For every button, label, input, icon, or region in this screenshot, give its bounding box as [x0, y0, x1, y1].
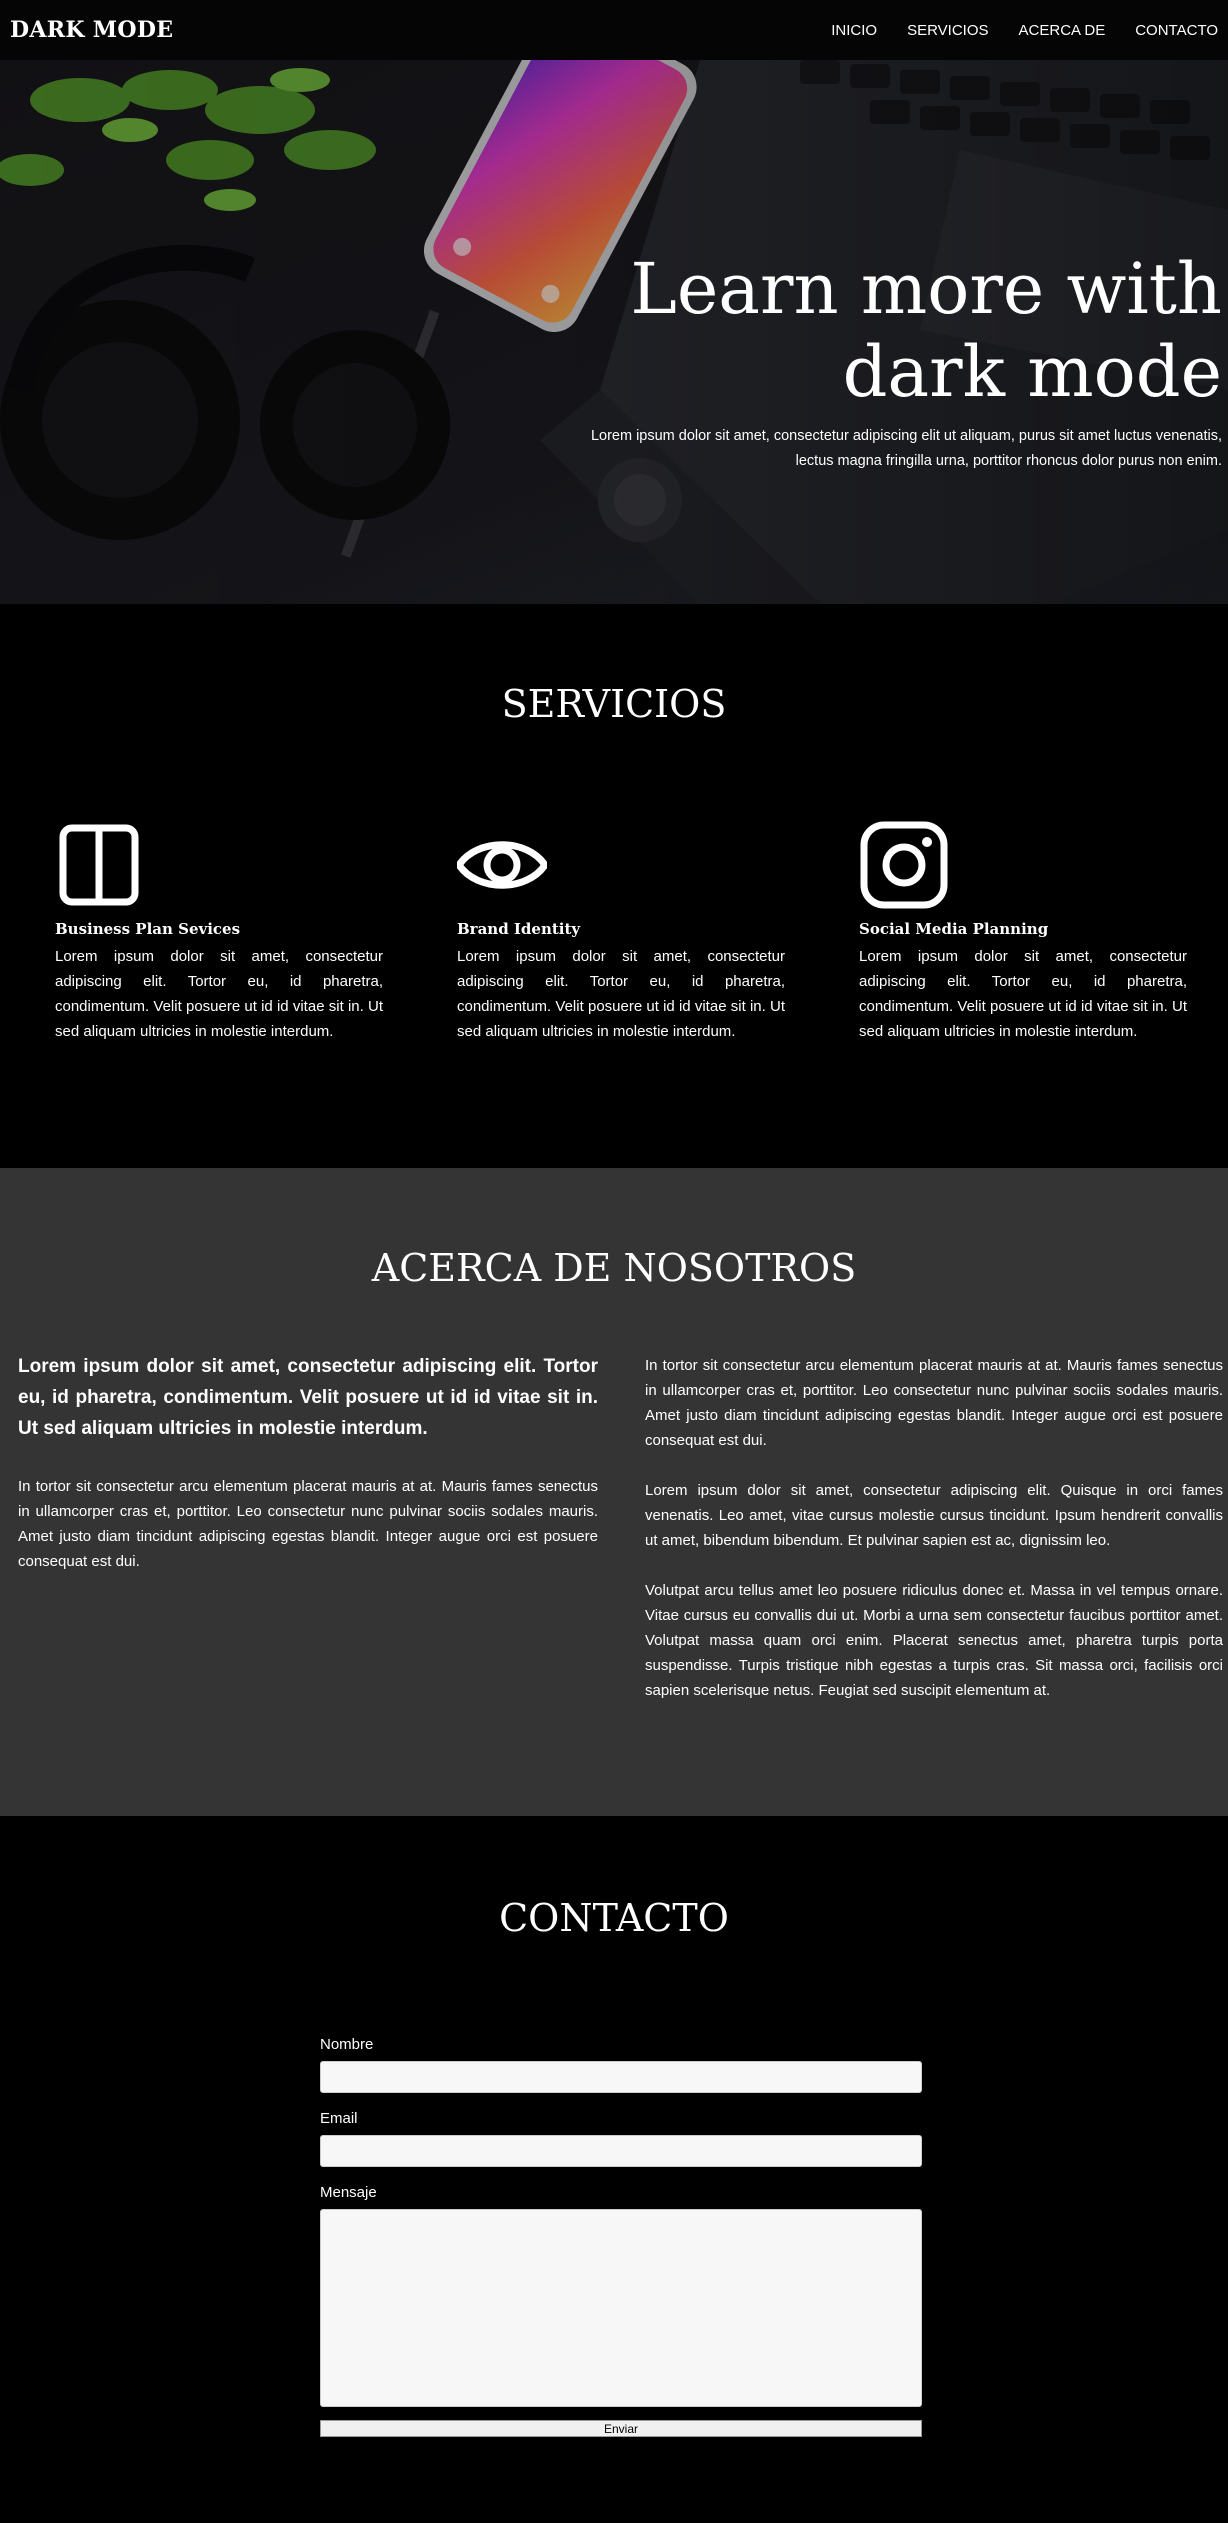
service-text: Lorem ipsum dolor sit amet, consectetur … — [55, 948, 383, 1040]
service-title: Brand Identity — [457, 920, 581, 938]
service-title: Social Media Planning — [859, 920, 1049, 938]
nav-links: INICIO SERVICIOS ACERCA DE CONTACTO — [831, 22, 1218, 39]
acerca-title: ACERCA DE NOSOTROS — [371, 1246, 857, 1290]
hero-title-line2: dark mode — [842, 331, 1222, 413]
top-navbar: DARK MODE INICIO SERVICIOS ACERCA DE CON… — [0, 0, 1228, 60]
nav-link-inicio[interactable]: INICIO — [831, 22, 877, 39]
service-text: Lorem ipsum dolor sit amet, consectetur … — [859, 948, 1187, 1040]
nav-link-acerca[interactable]: ACERCA DE — [1019, 22, 1106, 39]
nav-link-contacto[interactable]: CONTACTO — [1135, 22, 1218, 39]
nav-link-servicios[interactable]: SERVICIOS — [907, 22, 988, 39]
message-label: Mensaje — [320, 2184, 377, 2201]
acerca-right-paragraph-3: Volutpat arcu tellus amet leo posuere ri… — [645, 1582, 1223, 1699]
email-field[interactable] — [320, 2135, 922, 2167]
acerca-left-paragraph: In tortor sit consectetur arcu elementum… — [18, 1478, 598, 1570]
hero-title-line1: Learn more with — [630, 248, 1222, 330]
message-textarea[interactable] — [320, 2209, 922, 2407]
servicios-section: SERVICIOS Business Plan Sevices Lorem ip… — [0, 604, 1228, 1168]
email-label: Email — [320, 2110, 358, 2127]
acerca-right-paragraph-1: In tortor sit consectetur arcu elementum… — [645, 1357, 1223, 1449]
service-card-brand: Brand Identity Lorem ipsum dolor sit ame… — [455, 820, 785, 1044]
service-card-business: Business Plan Sevices Lorem ipsum dolor … — [55, 820, 383, 1044]
submit-button[interactable]: Enviar — [320, 2420, 922, 2437]
name-field[interactable] — [320, 2061, 922, 2093]
service-card-social: Social Media Planning Lorem ipsum dolor … — [859, 820, 1187, 1044]
servicios-title: SERVICIOS — [501, 682, 727, 726]
contacto-title: CONTACTO — [499, 1896, 729, 1940]
hero-title: Learn more with dark mode — [522, 248, 1222, 414]
service-text: Lorem ipsum dolor sit amet, consectetur … — [457, 948, 785, 1040]
acerca-section: ACERCA DE NOSOTROS Lorem ipsum dolor sit… — [0, 1168, 1228, 1816]
eye-icon — [455, 841, 549, 889]
acerca-lead: Lorem ipsum dolor sit amet, consectetur … — [18, 1356, 598, 1439]
columns-icon — [59, 824, 139, 906]
hero-subtitle: Lorem ipsum dolor sit amet, consectetur … — [590, 428, 1222, 469]
service-title: Business Plan Sevices — [55, 920, 241, 938]
instagram-icon — [860, 821, 948, 909]
name-label: Nombre — [320, 2036, 374, 2053]
contacto-section: CONTACTO Nombre Email Mensaje Enviar — [0, 1816, 1228, 2523]
contact-form: Nombre Email Mensaje Enviar — [320, 2036, 922, 2437]
hero-section: Learn more with dark mode Lorem ipsum do… — [0, 60, 1228, 604]
brand-logo[interactable]: DARK MODE — [10, 17, 173, 43]
acerca-right-paragraph-2: Lorem ipsum dolor sit amet, consectetur … — [645, 1482, 1223, 1549]
